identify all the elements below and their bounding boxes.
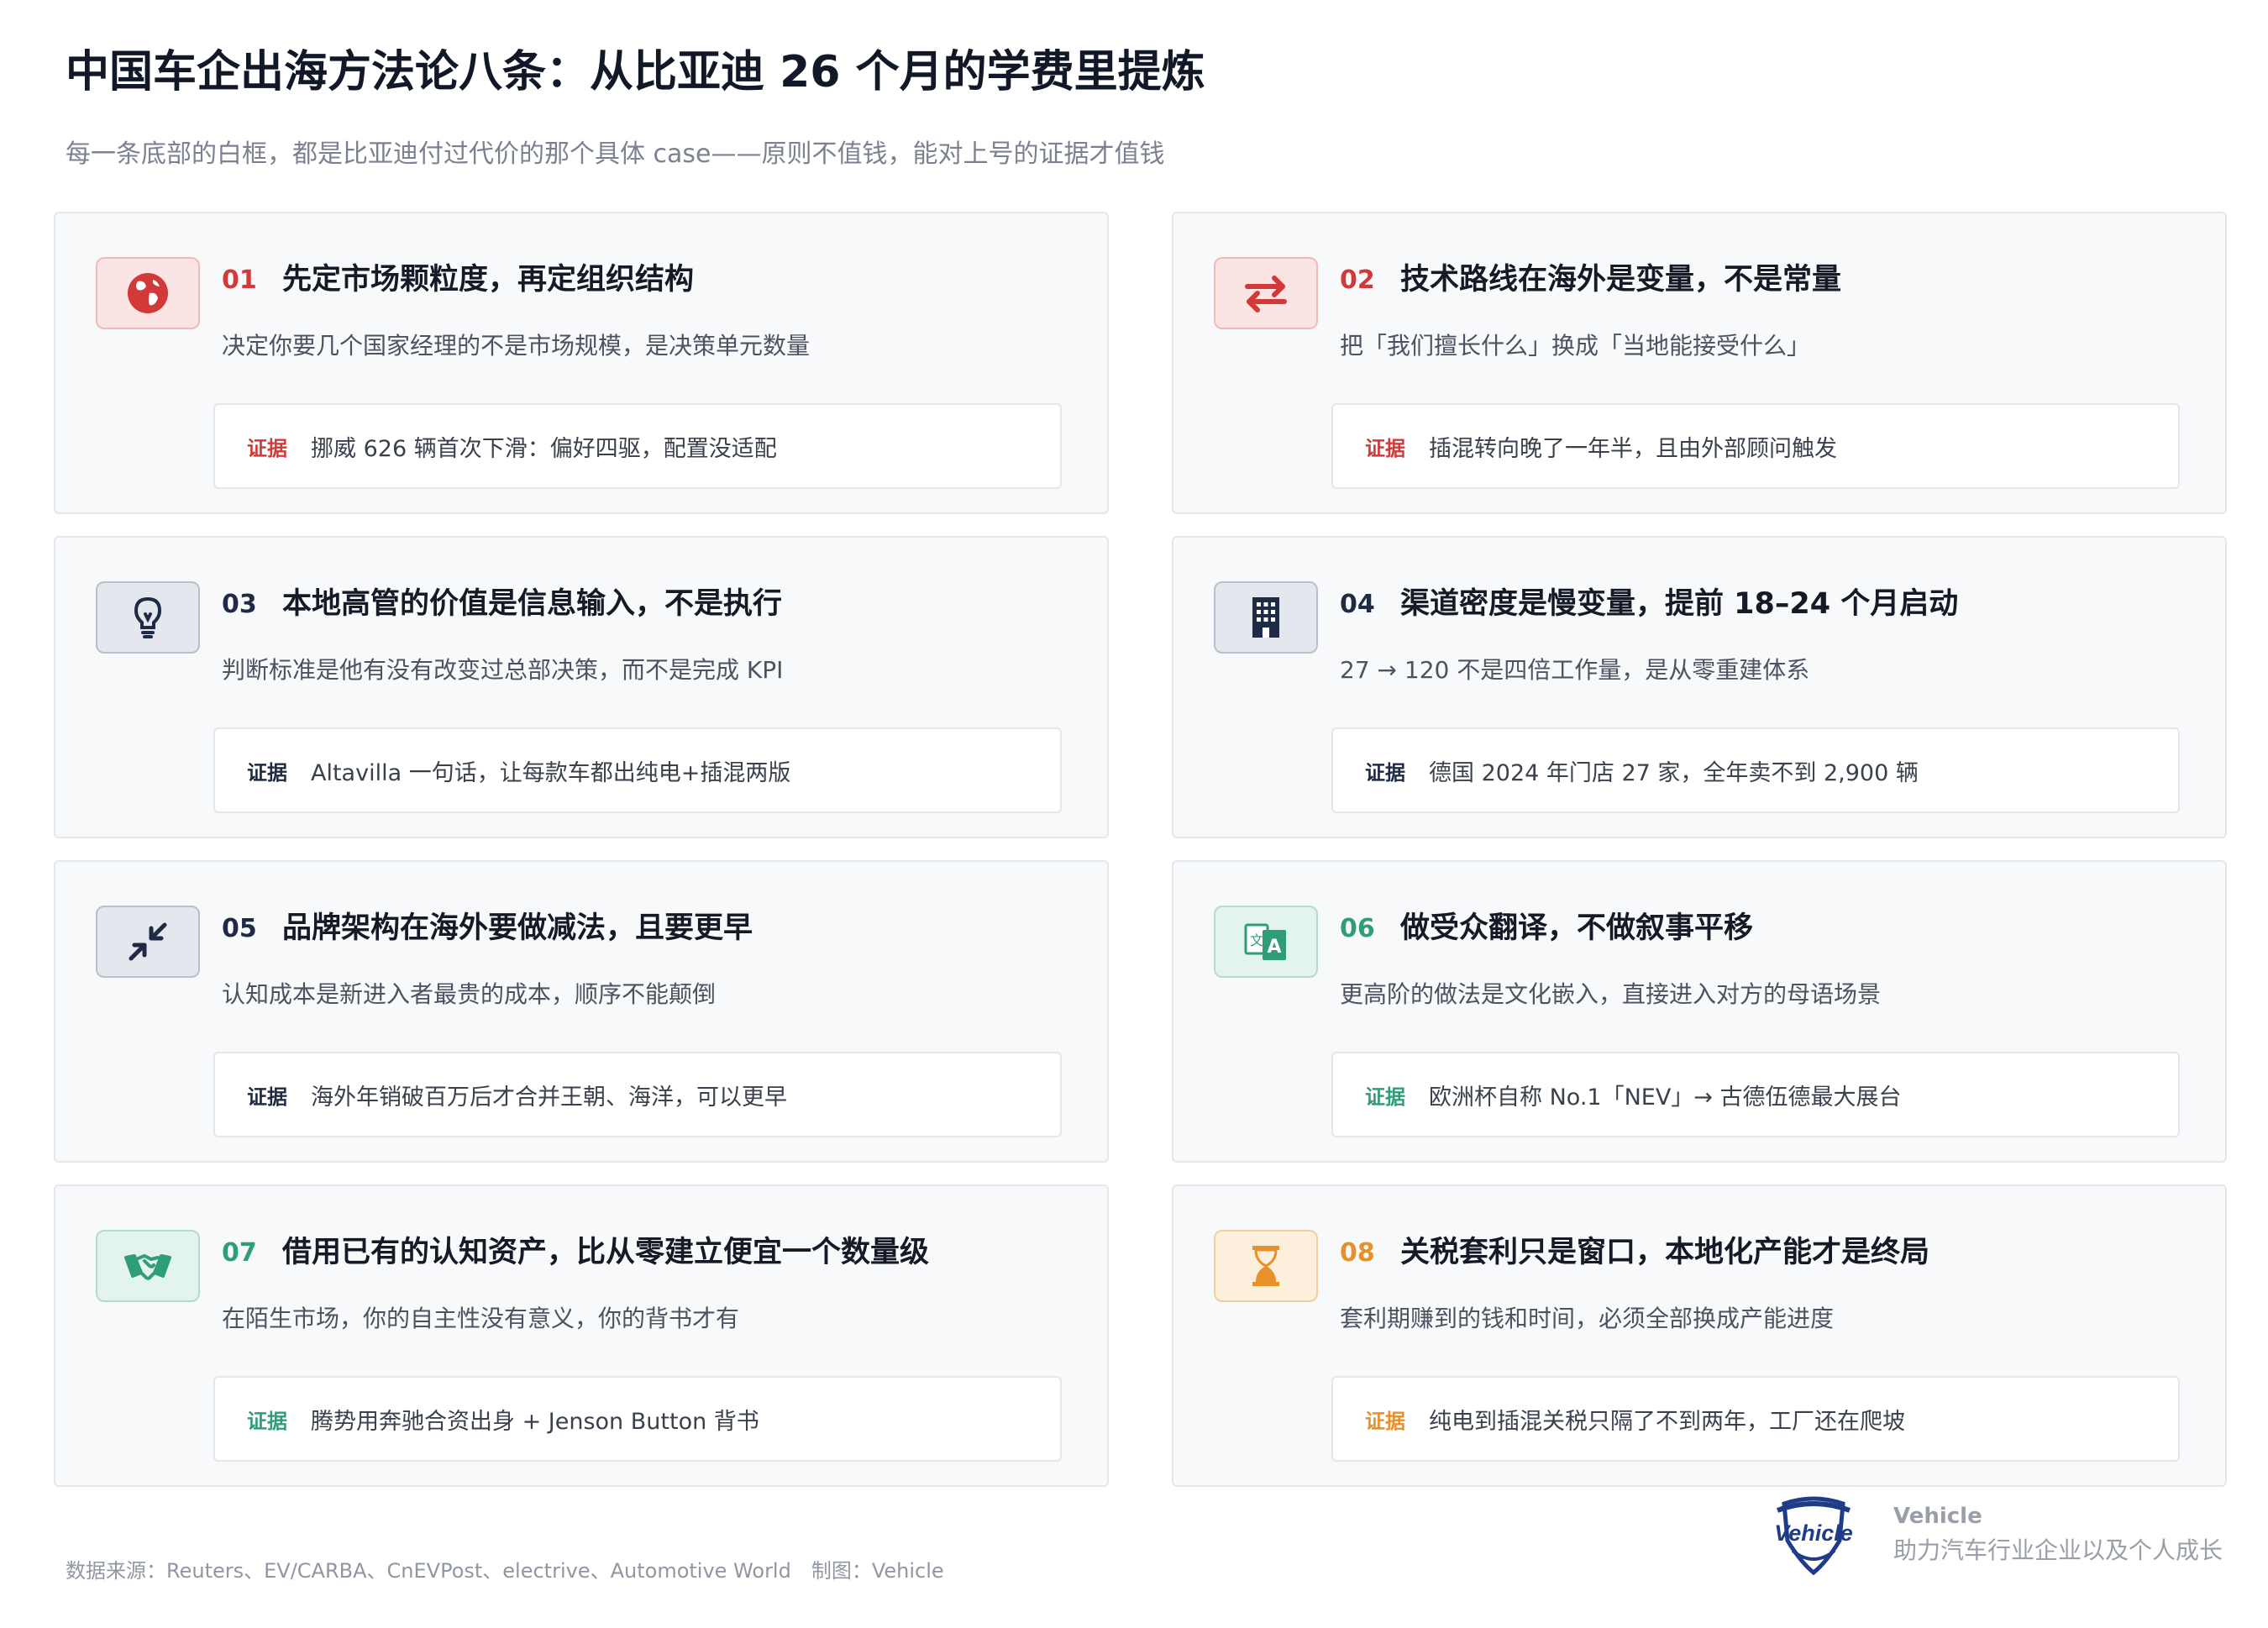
- card-description: 认知成本是新进入者最贵的成本，顺序不能颠倒: [222, 980, 717, 1008]
- card-title: 借用已有的认知资产，比从零建立便宜一个数量级: [282, 1236, 930, 1269]
- card-title: 渠道密度是慢变量，提前 18–24 个月启动: [1400, 587, 1959, 621]
- principle-card-05: 05 品牌架构在海外要做减法，且要更早 认知成本是新进入者最贵的成本，顺序不能颠…: [54, 860, 1109, 1163]
- evidence-label: 证据: [1365, 436, 1405, 460]
- principle-card-06: 文 A 06 做受众翻译，不做叙事平移 更高阶的做法是文化嵌入，直接进入对方的母…: [1172, 860, 2227, 1163]
- handshake-icon: [96, 1230, 200, 1302]
- evidence-label: 证据: [1365, 1084, 1405, 1109]
- compress-arrows-icon: [96, 906, 200, 978]
- vehicle-logo-icon: Vehicle: [1774, 1496, 1853, 1576]
- card-description: 27 → 120 不是四倍工作量，是从零重建体系: [1340, 656, 1810, 684]
- card-number: 01: [222, 265, 257, 295]
- data-source-note: 数据来源：Reuters、EV/CARBA、CnEVPost、electrive…: [66, 1559, 944, 1583]
- building-icon: [1214, 581, 1318, 654]
- evidence-box: 证据 腾势用奔驰合资出身 + Jenson Button 背书: [213, 1376, 1062, 1462]
- card-title: 先定市场颗粒度，再定组织结构: [282, 263, 695, 297]
- card-number: 07: [222, 1238, 257, 1268]
- evidence-label: 证据: [1365, 1409, 1405, 1433]
- card-description: 判断标准是他有没有改变过总部决策，而不是完成 KPI: [222, 656, 784, 684]
- card-description: 套利期赚到的钱和时间，必须全部换成产能进度: [1340, 1305, 1835, 1332]
- card-title: 品牌架构在海外要做减法，且要更早: [282, 911, 753, 945]
- hourglass-icon: [1214, 1230, 1318, 1302]
- evidence-box: 证据 海外年销破百万后才合并王朝、海洋，可以更早: [213, 1052, 1062, 1137]
- evidence-box: 证据 挪威 626 辆首次下滑：偏好四驱，配置没适配: [213, 403, 1062, 489]
- card-number: 05: [222, 914, 257, 943]
- page-subtitle: 每一条底部的白框，都是比亚迪付过代价的那个具体 case——原则不值钱，能对上号…: [66, 139, 1165, 169]
- evidence-box: 证据 Altavilla 一句话，让每款车都出纯电+插混两版: [213, 727, 1062, 813]
- card-title: 做受众翻译，不做叙事平移: [1400, 911, 1754, 945]
- card-number: 02: [1340, 265, 1375, 295]
- principles-grid: 01 先定市场颗粒度，再定组织结构 决定你要几个国家经理的不是市场规模，是决策单…: [54, 212, 2227, 1487]
- principle-card-04: 04 渠道密度是慢变量，提前 18–24 个月启动 27 → 120 不是四倍工…: [1172, 536, 2227, 838]
- card-description: 更高阶的做法是文化嵌入，直接进入对方的母语场景: [1340, 980, 1882, 1008]
- evidence-label: 证据: [247, 436, 287, 460]
- evidence-label: 证据: [247, 1409, 287, 1433]
- evidence-text: 腾势用奔驰合资出身 + Jenson Button 背书: [311, 1408, 759, 1435]
- logo-wordmark: Vehicle: [1774, 1520, 1853, 1546]
- evidence-label: 证据: [247, 760, 287, 785]
- evidence-text: 德国 2024 年门店 27 家，全年卖不到 2,900 辆: [1429, 759, 1919, 786]
- card-description: 把「我们擅长什么」换成「当地能接受什么」: [1340, 332, 1811, 360]
- page-title: 中国车企出海方法论八条：从比亚迪 26 个月的学费里提炼: [66, 47, 1205, 97]
- card-number: 04: [1340, 590, 1375, 619]
- card-number: 08: [1340, 1238, 1375, 1268]
- card-number: 03: [222, 590, 257, 619]
- evidence-text: 欧洲杯自称 No.1「NEV」→ 古德伍德最大展台: [1429, 1084, 1902, 1111]
- evidence-text: Altavilla 一句话，让每款车都出纯电+插混两版: [311, 759, 791, 786]
- evidence-text: 纯电到插混关税只隔了不到两年，工厂还在爬坡: [1429, 1408, 1905, 1435]
- evidence-box: 证据 欧洲杯自称 No.1「NEV」→ 古德伍德最大展台: [1331, 1052, 2180, 1137]
- evidence-box: 证据 纯电到插混关税只隔了不到两年，工厂还在爬坡: [1331, 1376, 2180, 1462]
- card-title: 技术路线在海外是变量，不是常量: [1400, 263, 1842, 297]
- evidence-box: 证据 插混转向晚了一年半，且由外部顾问触发: [1331, 403, 2180, 489]
- principle-card-08: 08 关税套利只是窗口，本地化产能才是终局 套利期赚到的钱和时间，必须全部换成产…: [1172, 1184, 2227, 1487]
- card-description: 在陌生市场，你的自主性没有意义，你的背书才有: [222, 1305, 740, 1332]
- evidence-label: 证据: [247, 1084, 287, 1109]
- translate-icon: 文 A: [1214, 906, 1318, 978]
- principle-card-01: 01 先定市场颗粒度，再定组织结构 决定你要几个国家经理的不是市场规模，是决策单…: [54, 212, 1109, 514]
- swap-arrows-icon: [1214, 257, 1318, 329]
- globe-icon: [96, 257, 200, 329]
- principle-card-07: 07 借用已有的认知资产，比从零建立便宜一个数量级 在陌生市场，你的自主性没有意…: [54, 1184, 1109, 1487]
- svg-text:文: 文: [1250, 932, 1263, 948]
- brand-name: Vehicle: [1893, 1504, 1982, 1529]
- card-title: 本地高管的价值是信息输入，不是执行: [282, 587, 783, 621]
- principle-card-02: 02 技术路线在海外是变量，不是常量 把「我们擅长什么」换成「当地能接受什么」 …: [1172, 212, 2227, 514]
- evidence-text: 海外年销破百万后才合并王朝、海洋，可以更早: [311, 1084, 787, 1111]
- principle-card-03: 03 本地高管的价值是信息输入，不是执行 判断标准是他有没有改变过总部决策，而不…: [54, 536, 1109, 838]
- evidence-text: 插混转向晚了一年半，且由外部顾问触发: [1429, 435, 1837, 462]
- svg-text:A: A: [1267, 937, 1281, 958]
- evidence-label: 证据: [1365, 760, 1405, 785]
- card-title: 关税套利只是窗口，本地化产能才是终局: [1400, 1236, 1930, 1269]
- card-number: 06: [1340, 914, 1375, 943]
- header: 中国车企出海方法论八条：从比亚迪 26 个月的学费里提炼 每一条底部的白框，都是…: [66, 40, 2166, 173]
- brand-tagline: 助力汽车行业企业以及个人成长: [1893, 1536, 2223, 1564]
- card-description: 决定你要几个国家经理的不是市场规模，是决策单元数量: [222, 332, 811, 360]
- lightbulb-icon: [96, 581, 200, 654]
- evidence-text: 挪威 626 辆首次下滑：偏好四驱，配置没适配: [311, 435, 777, 462]
- evidence-box: 证据 德国 2024 年门店 27 家，全年卖不到 2,900 辆: [1331, 727, 2180, 813]
